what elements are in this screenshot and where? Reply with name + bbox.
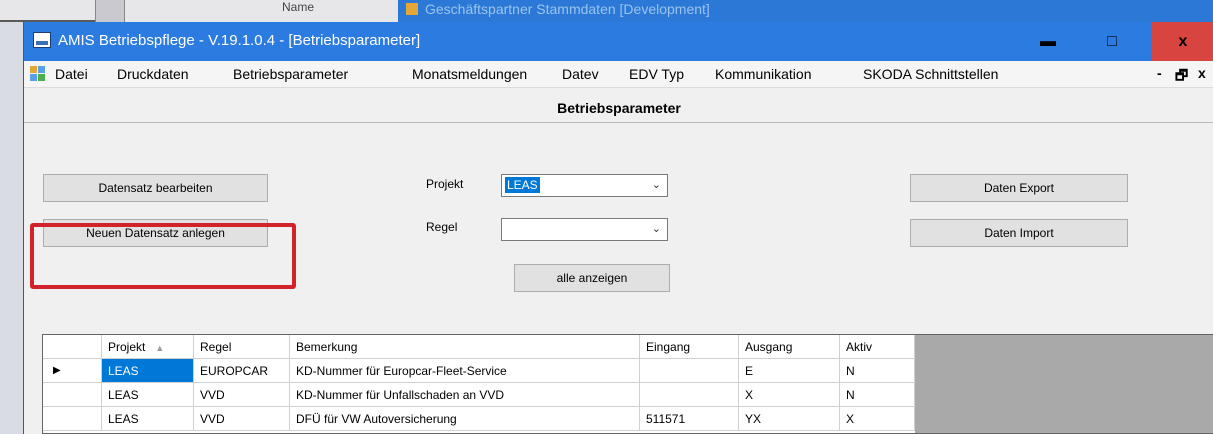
background-column-header: Name <box>282 0 315 14</box>
column-header-ausgang[interactable]: Ausgang <box>739 335 840 359</box>
cell-bemerkung[interactable]: KD-Nummer für Unfallschaden an VVD <box>290 383 640 407</box>
column-header-regel[interactable]: Regel <box>194 335 290 359</box>
highlight-box <box>30 223 296 289</box>
cell-ausgang[interactable]: E <box>739 359 840 383</box>
background-window-icon <box>406 3 418 15</box>
cell-regel[interactable]: VVD <box>194 407 290 431</box>
cell-eingang[interactable] <box>640 359 739 383</box>
background-column-separator <box>95 0 125 22</box>
menu-druckdaten[interactable]: Druckdaten <box>117 66 189 82</box>
app-icon <box>33 32 51 48</box>
close-button[interactable]: x <box>1152 22 1213 61</box>
cell-eingang[interactable]: 511571 <box>640 407 739 431</box>
main-window: AMIS Betriebspflege - V.19.1.0.4 - [Betr… <box>23 22 1213 434</box>
cell-aktiv[interactable]: N <box>840 359 915 383</box>
menu-datev[interactable]: Datev <box>562 66 599 82</box>
cell-projekt[interactable]: LEAS <box>102 407 194 431</box>
cell-bemerkung[interactable]: KD-Nummer für Europcar-Fleet-Service <box>290 359 640 383</box>
cell-regel[interactable]: EUROPCAR <box>194 359 290 383</box>
menu-datei[interactable]: Datei <box>55 66 88 82</box>
menu-betriebsparameter[interactable]: Betriebsparameter <box>233 66 348 82</box>
cell-eingang[interactable] <box>640 383 739 407</box>
projekt-label: Projekt <box>426 177 464 191</box>
column-header-aktiv[interactable]: Aktiv <box>840 335 915 359</box>
cell-projekt[interactable]: LEAS <box>102 383 194 407</box>
mdi-close-button[interactable]: x <box>1198 65 1206 81</box>
edit-record-button[interactable]: Datensatz bearbeiten <box>43 174 268 202</box>
row-header[interactable] <box>43 383 102 407</box>
menu-edv-typ[interactable]: EDV Typ <box>629 66 684 82</box>
menu-monatsmeldungen[interactable]: Monatsmeldungen <box>412 66 527 82</box>
background-window-title: Geschäftspartner Stammdaten [Development… <box>425 1 710 17</box>
current-row-marker-icon[interactable]: ▶ <box>43 359 102 383</box>
show-all-button[interactable]: alle anzeigen <box>514 264 670 292</box>
minimize-button[interactable]: ▬ <box>1018 22 1078 61</box>
column-header-eingang[interactable]: Eingang <box>640 335 739 359</box>
form-content: Betriebsparameter Datensatz bearbeiten N… <box>24 88 1213 434</box>
mdi-restore-button[interactable]: 🗗 <box>1175 65 1188 89</box>
cell-aktiv[interactable]: N <box>840 383 915 407</box>
background-panel <box>0 0 100 22</box>
menu-skoda-schnittstellen[interactable]: SKODA Schnittstellen <box>863 66 998 82</box>
grid-header-row: Projekt ▲ Regel Bemerkung Eingang Ausgang… <box>43 335 915 359</box>
chevron-down-icon: ⌄ <box>651 179 661 191</box>
export-button[interactable]: Daten Export <box>910 174 1128 202</box>
chevron-down-icon: ⌄ <box>651 223 661 235</box>
maximize-button[interactable]: □ <box>1082 22 1142 61</box>
cell-projekt[interactable]: LEAS <box>102 359 194 383</box>
title-bar[interactable]: AMIS Betriebspflege - V.19.1.0.4 - [Betr… <box>24 22 1213 61</box>
cell-ausgang[interactable]: X <box>739 383 840 407</box>
window-title: AMIS Betriebspflege - V.19.1.0.4 - [Betr… <box>58 32 421 49</box>
grid-body: Projekt ▲ Regel Bemerkung Eingang Ausgang… <box>43 335 915 433</box>
row-header-corner <box>43 335 102 359</box>
table-row[interactable]: ▶ LEAS EUROPCAR KD-Nummer für Europcar-F… <box>43 359 915 383</box>
table-row[interactable]: LEAS VVD DFÜ für VW Autoversicherung 511… <box>43 407 915 431</box>
table-row[interactable]: LEAS VVD KD-Nummer für Unfallschaden an … <box>43 383 915 407</box>
menu-bar: Datei Druckdaten Betriebsparameter Monat… <box>24 61 1213 88</box>
mdi-minimize-button[interactable]: - <box>1157 65 1162 81</box>
import-button[interactable]: Daten Import <box>910 219 1128 247</box>
minimize-icon: ▬ <box>1040 33 1056 50</box>
projekt-select[interactable]: LEAS ⌄ <box>501 174 668 197</box>
data-grid[interactable]: Projekt ▲ Regel Bemerkung Eingang Ausgang… <box>42 334 1213 434</box>
cell-bemerkung[interactable]: DFÜ für VW Autoversicherung <box>290 407 640 431</box>
column-header-projekt[interactable]: Projekt ▲ <box>102 335 194 359</box>
menu-kommunikation[interactable]: Kommunikation <box>715 66 812 82</box>
cell-aktiv[interactable]: X <box>840 407 915 431</box>
cell-regel[interactable]: VVD <box>194 383 290 407</box>
row-header[interactable] <box>43 407 102 431</box>
regel-select[interactable]: ⌄ <box>501 218 668 241</box>
projekt-value: LEAS <box>505 177 540 193</box>
cell-ausgang[interactable]: YX <box>739 407 840 431</box>
regel-label: Regel <box>426 220 458 234</box>
column-header-bemerkung[interactable]: Bemerkung <box>290 335 640 359</box>
close-icon: x <box>1178 33 1188 50</box>
mdi-child-icon[interactable] <box>30 66 46 81</box>
form-header: Betriebsparameter <box>24 94 1213 123</box>
maximize-icon: □ <box>1107 33 1117 50</box>
sort-ascending-icon: ▲ <box>155 343 165 353</box>
